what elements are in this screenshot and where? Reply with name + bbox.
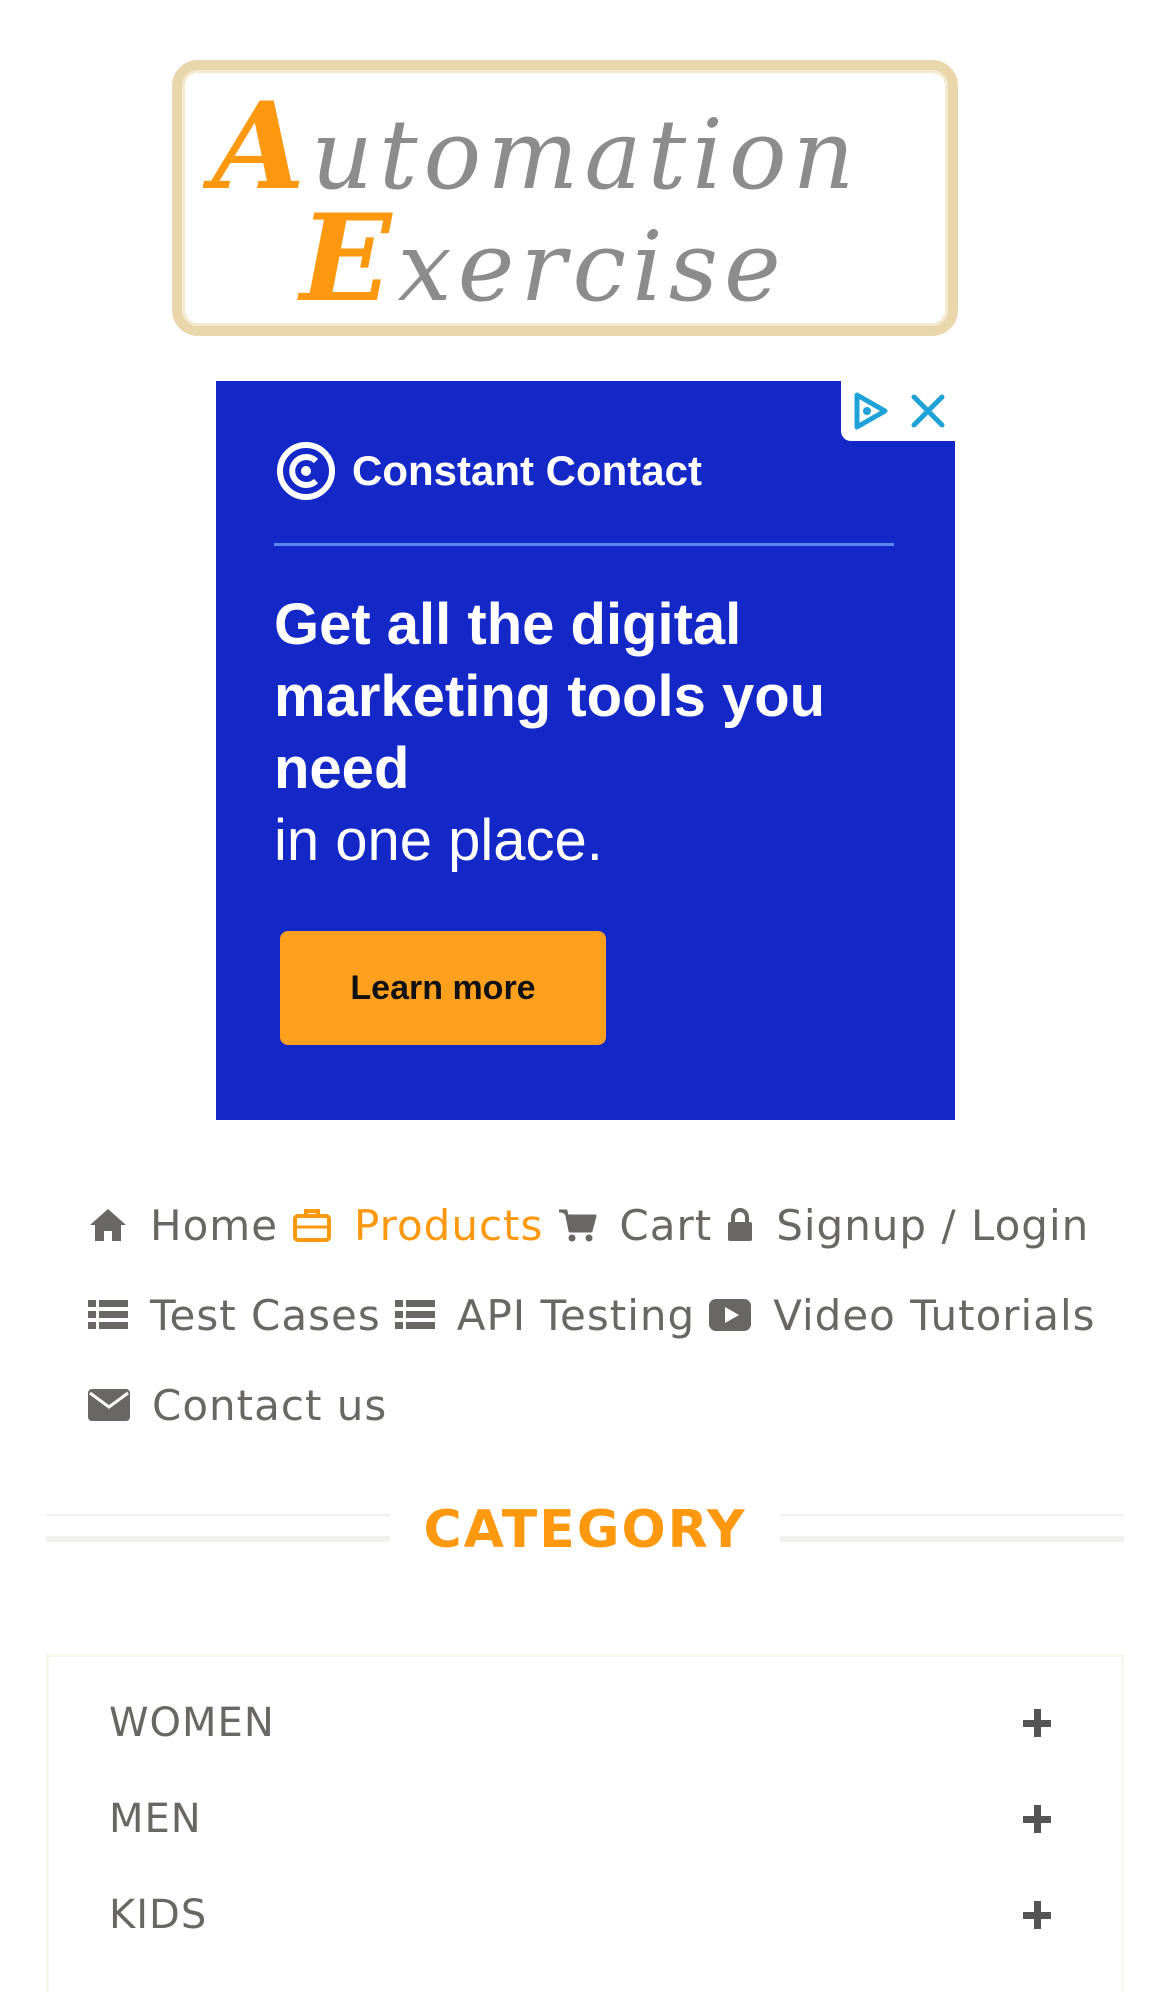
category-item-kids[interactable]: KIDS [109, 1885, 1051, 1945]
plus-icon[interactable] [1023, 1709, 1051, 1737]
ad-brand-name: Constant Contact [352, 447, 702, 494]
category-title: CATEGORY [423, 1500, 747, 1560]
ad-divider [274, 543, 894, 546]
nav-cart-link[interactable]: Cart [557, 1201, 712, 1250]
nav-products-label: Products [354, 1200, 544, 1250]
category-item-label[interactable]: MEN [109, 1796, 202, 1842]
category-item-women[interactable]: WOMEN [109, 1693, 1051, 1753]
constant-contact-logo-icon [277, 442, 335, 500]
nav-home-label: Home [150, 1200, 279, 1250]
youtube-play-icon [709, 1299, 752, 1331]
logo-word-exercise: xercise [397, 211, 787, 323]
lock-icon [726, 1207, 754, 1243]
nav-contact-us-label: Contact us [152, 1380, 388, 1430]
close-ad-icon[interactable] [908, 391, 948, 431]
ad-brand: Constant Contact [274, 439, 702, 503]
home-icon [88, 1207, 128, 1243]
main-navigation: Home Products Cart Signup / Login Test C… [88, 1180, 1094, 1450]
list-icon [394, 1298, 435, 1332]
logo-line-2: Exercise [300, 188, 787, 329]
nav-cart-label: Cart [619, 1200, 713, 1250]
nav-signup-login-link[interactable]: Signup / Login [726, 1201, 1089, 1250]
nav-api-testing-link[interactable]: API Testing [394, 1290, 696, 1340]
site-logo[interactable]: Automation Exercise [172, 60, 958, 336]
envelope-icon [88, 1389, 130, 1421]
briefcase-icon [292, 1207, 332, 1243]
advertisement-banner[interactable]: Constant Contact Get all the digital mar… [216, 381, 955, 1120]
logo-initial-e: E [300, 188, 398, 329]
category-accordion: WOMEN MEN KIDS [46, 1654, 1124, 1992]
nav-video-tutorials-label: Video Tutorials [773, 1290, 1096, 1340]
nav-home-link[interactable]: Home [88, 1201, 278, 1250]
nav-api-testing-label: API Testing [456, 1290, 696, 1340]
nav-video-tutorials-link[interactable]: Video Tutorials [709, 1291, 1095, 1340]
ad-headline-bold: Get all the digital marketing tools you … [274, 592, 826, 801]
list-icon [88, 1298, 128, 1332]
learn-more-button[interactable]: Learn more [280, 931, 606, 1045]
category-item-label[interactable]: WOMEN [109, 1700, 275, 1746]
ad-headline-light: in one place. [274, 808, 603, 873]
category-heading: CATEGORY [46, 1500, 1124, 1580]
category-item-label[interactable]: KIDS [109, 1892, 207, 1938]
nav-row-3: Contact us [88, 1360, 1088, 1450]
nav-contact-us-link[interactable]: Contact us [88, 1381, 387, 1430]
nav-signup-login-label: Signup / Login [776, 1200, 1090, 1250]
nav-row-1: Home Products Cart Signup / Login [88, 1180, 1088, 1270]
nav-test-cases-link[interactable]: Test Cases [88, 1291, 381, 1340]
plus-icon[interactable] [1023, 1805, 1051, 1833]
nav-products-link[interactable]: Products [292, 1201, 543, 1250]
nav-row-2: Test Cases API Testing Video Tutorials [88, 1270, 1094, 1360]
ad-headline: Get all the digital marketing tools you … [274, 589, 914, 877]
nav-test-cases-label: Test Cases [150, 1290, 381, 1340]
plus-icon[interactable] [1023, 1901, 1051, 1929]
adchoices-icon[interactable] [849, 389, 893, 433]
shopping-cart-icon [557, 1207, 597, 1243]
logo-initial-a: A [212, 76, 312, 217]
ad-choices-badge[interactable] [841, 381, 955, 441]
category-item-men[interactable]: MEN [109, 1789, 1051, 1849]
